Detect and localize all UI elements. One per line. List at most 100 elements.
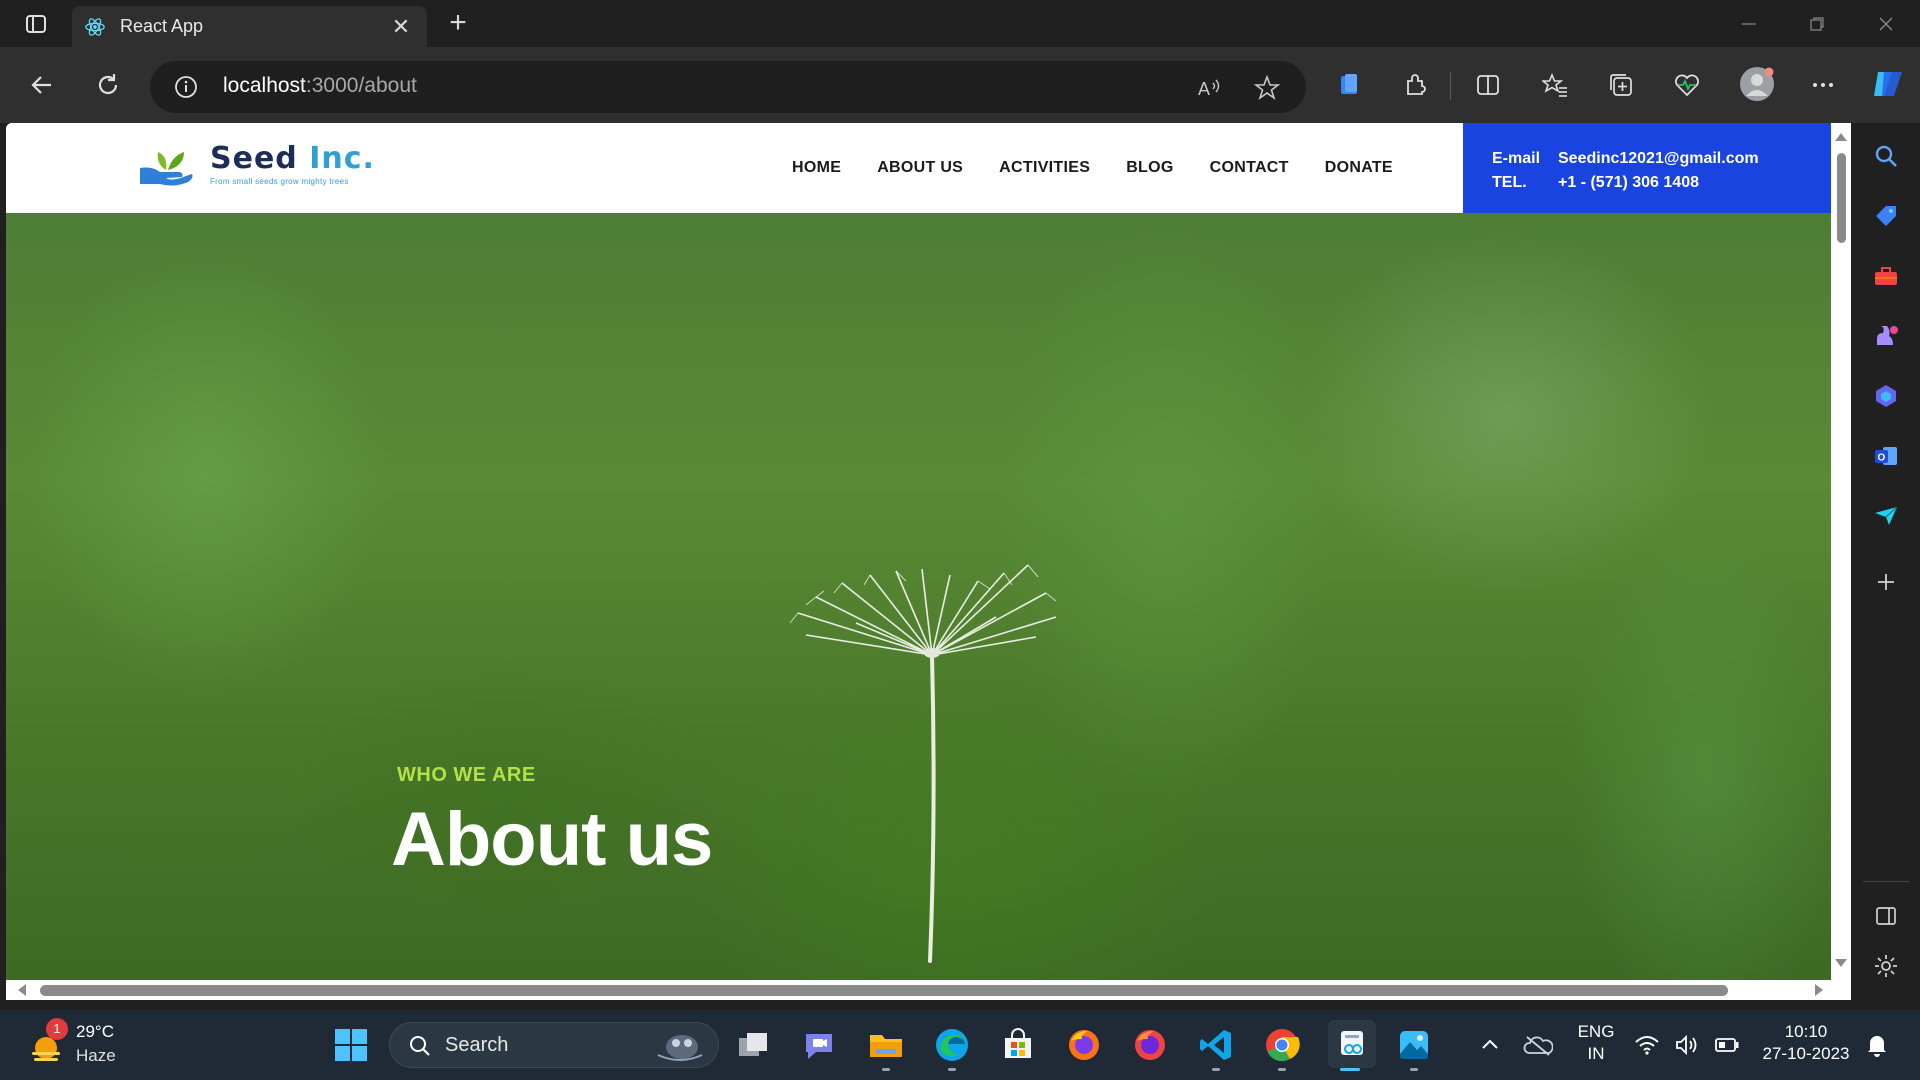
tab-react-app[interactable]: React App ✕: [72, 6, 427, 47]
url-path: :3000/about: [305, 74, 417, 97]
vscode-icon[interactable]: [1196, 1025, 1236, 1065]
close-window-button[interactable]: [1852, 0, 1920, 47]
tab-actions-button[interactable]: [18, 10, 54, 38]
snipping-tool-active-indicator: [1340, 1068, 1360, 1071]
logo-text: Seed Inc. From small seeds grow mighty t…: [210, 143, 375, 187]
title-bar: React App ✕ +: [0, 0, 1920, 47]
vertical-scroll-thumb[interactable]: [1837, 153, 1846, 243]
photos-running-indicator: [1410, 1068, 1418, 1071]
edge-icon[interactable]: [932, 1025, 972, 1065]
refresh-button[interactable]: [88, 65, 128, 105]
nav-donate[interactable]: DONATE: [1325, 159, 1393, 177]
info-icon[interactable]: [174, 75, 198, 99]
photos-icon[interactable]: [1394, 1025, 1434, 1065]
tab-title: React App: [120, 16, 204, 36]
task-view-icon[interactable]: [734, 1025, 774, 1065]
nav-home[interactable]: HOME: [792, 159, 841, 177]
chevron-up-icon[interactable]: [1470, 1025, 1510, 1065]
toolbar-divider: [1450, 72, 1451, 100]
horizontal-scrollbar[interactable]: [6, 980, 1851, 1000]
profile-icon[interactable]: [1739, 66, 1775, 102]
add-icon[interactable]: [1871, 567, 1901, 597]
nav-about-us[interactable]: ABOUT US: [877, 159, 963, 177]
search-label: Search: [445, 1034, 509, 1056]
scroll-down-icon[interactable]: [1831, 955, 1851, 973]
favorites-icon[interactable]: [1540, 70, 1570, 100]
plus-icon[interactable]: +: [440, 8, 476, 40]
url-host: localhost: [223, 74, 306, 97]
scroll-up-icon[interactable]: [1831, 129, 1851, 147]
site-logo[interactable]: Seed Inc. From small seeds grow mighty t…: [138, 143, 375, 186]
close-icon[interactable]: ✕: [387, 14, 415, 40]
search-icon[interactable]: [1871, 141, 1901, 171]
collections-icon[interactable]: [1606, 70, 1636, 100]
clock[interactable]: 10:10 27-10-2023: [1756, 1022, 1856, 1064]
chrome-icon[interactable]: [1262, 1025, 1302, 1065]
store-icon[interactable]: [998, 1025, 1038, 1065]
url-text[interactable]: localhost:3000/about: [223, 74, 417, 98]
firefox-dev-icon[interactable]: [1130, 1025, 1170, 1065]
hero-title: About us: [391, 797, 713, 882]
settings-icon[interactable]: [1871, 951, 1901, 981]
nav-contact[interactable]: CONTACT: [1210, 159, 1289, 177]
split-screen-icon[interactable]: [1473, 70, 1503, 100]
more-icon[interactable]: [1808, 70, 1838, 100]
address-bar[interactable]: localhost:3000/about A: [150, 61, 1306, 113]
m365-icon[interactable]: [1871, 381, 1901, 411]
back-button[interactable]: [22, 65, 62, 105]
send-icon[interactable]: [1871, 501, 1901, 531]
sidebar-toggle-icon[interactable]: [1871, 901, 1901, 931]
site-header: Seed Inc. From small seeds grow mighty t…: [6, 123, 1831, 213]
games-icon[interactable]: [1871, 321, 1901, 351]
battery-icon[interactable]: [1712, 1025, 1742, 1065]
edge-running-indicator: [948, 1068, 956, 1071]
logo-name: Seed Inc.: [210, 143, 375, 175]
tel-row: TEL. +1 - (571) 306 1408: [1492, 171, 1831, 195]
nav-activities[interactable]: ACTIVITIES: [999, 159, 1090, 177]
copilot-icon[interactable]: [1870, 66, 1906, 102]
svg-text:O: O: [1878, 453, 1886, 464]
email-row: E-mail Seedinc12021@gmail.com: [1492, 147, 1831, 171]
weather-badge: 1: [46, 1018, 68, 1040]
extensions-icon[interactable]: [1401, 70, 1431, 100]
tel-value[interactable]: +1 - (571) 306 1408: [1558, 174, 1699, 192]
horizontal-scroll-thumb[interactable]: [40, 985, 1728, 996]
taskbar-search[interactable]: Search: [389, 1022, 719, 1068]
email-value[interactable]: Seedinc12021@gmail.com: [1558, 150, 1759, 168]
firefox-icon[interactable]: [1064, 1025, 1104, 1065]
start-icon[interactable]: [331, 1025, 371, 1065]
volume-icon[interactable]: [1672, 1025, 1702, 1065]
language-indicator[interactable]: ENG IN: [1574, 1022, 1618, 1064]
weather-widget[interactable]: 1 29°C Haze: [26, 1018, 136, 1074]
scroll-left-icon[interactable]: [14, 980, 32, 1000]
wifi-icon[interactable]: [1632, 1025, 1662, 1065]
health-icon[interactable]: [1672, 70, 1702, 100]
svg-text:A: A: [1198, 79, 1210, 99]
main-nav: HOME ABOUT US ACTIVITIES BLOG CONTACT DO…: [792, 159, 1429, 177]
react-favicon-icon: [85, 17, 105, 36]
minimize-button[interactable]: [1715, 0, 1783, 47]
nav-blog[interactable]: BLOG: [1126, 159, 1173, 177]
outlook-icon[interactable]: O: [1871, 441, 1901, 471]
snipping-tool-icon[interactable]: [1328, 1020, 1376, 1068]
office-icon[interactable]: [1335, 70, 1365, 100]
restore-icon: [1810, 16, 1824, 31]
email-label: E-mail: [1492, 150, 1541, 167]
seed-logo-icon: [140, 151, 193, 186]
toolbox-icon[interactable]: [1871, 261, 1901, 291]
clock-time: 10:10: [1784, 1022, 1828, 1041]
dandelion-seed-image: [789, 564, 1057, 963]
weather-condition: Haze: [76, 1046, 116, 1065]
search-highlight-icon: [657, 1035, 703, 1061]
file-explorer-icon[interactable]: [866, 1025, 906, 1065]
teams-chat-icon[interactable]: [800, 1025, 840, 1065]
scroll-right-icon[interactable]: [1809, 980, 1827, 1000]
notification-bell-icon[interactable]: [1862, 1025, 1892, 1065]
hero-kicker: WHO WE ARE: [397, 764, 536, 786]
tag-icon[interactable]: [1871, 201, 1901, 231]
star-icon[interactable]: [1254, 75, 1280, 101]
restore-button[interactable]: [1783, 0, 1851, 47]
vertical-scrollbar[interactable]: [1831, 123, 1851, 980]
onedrive-icon[interactable]: [1518, 1025, 1558, 1065]
read-aloud-icon[interactable]: A: [1196, 75, 1222, 101]
